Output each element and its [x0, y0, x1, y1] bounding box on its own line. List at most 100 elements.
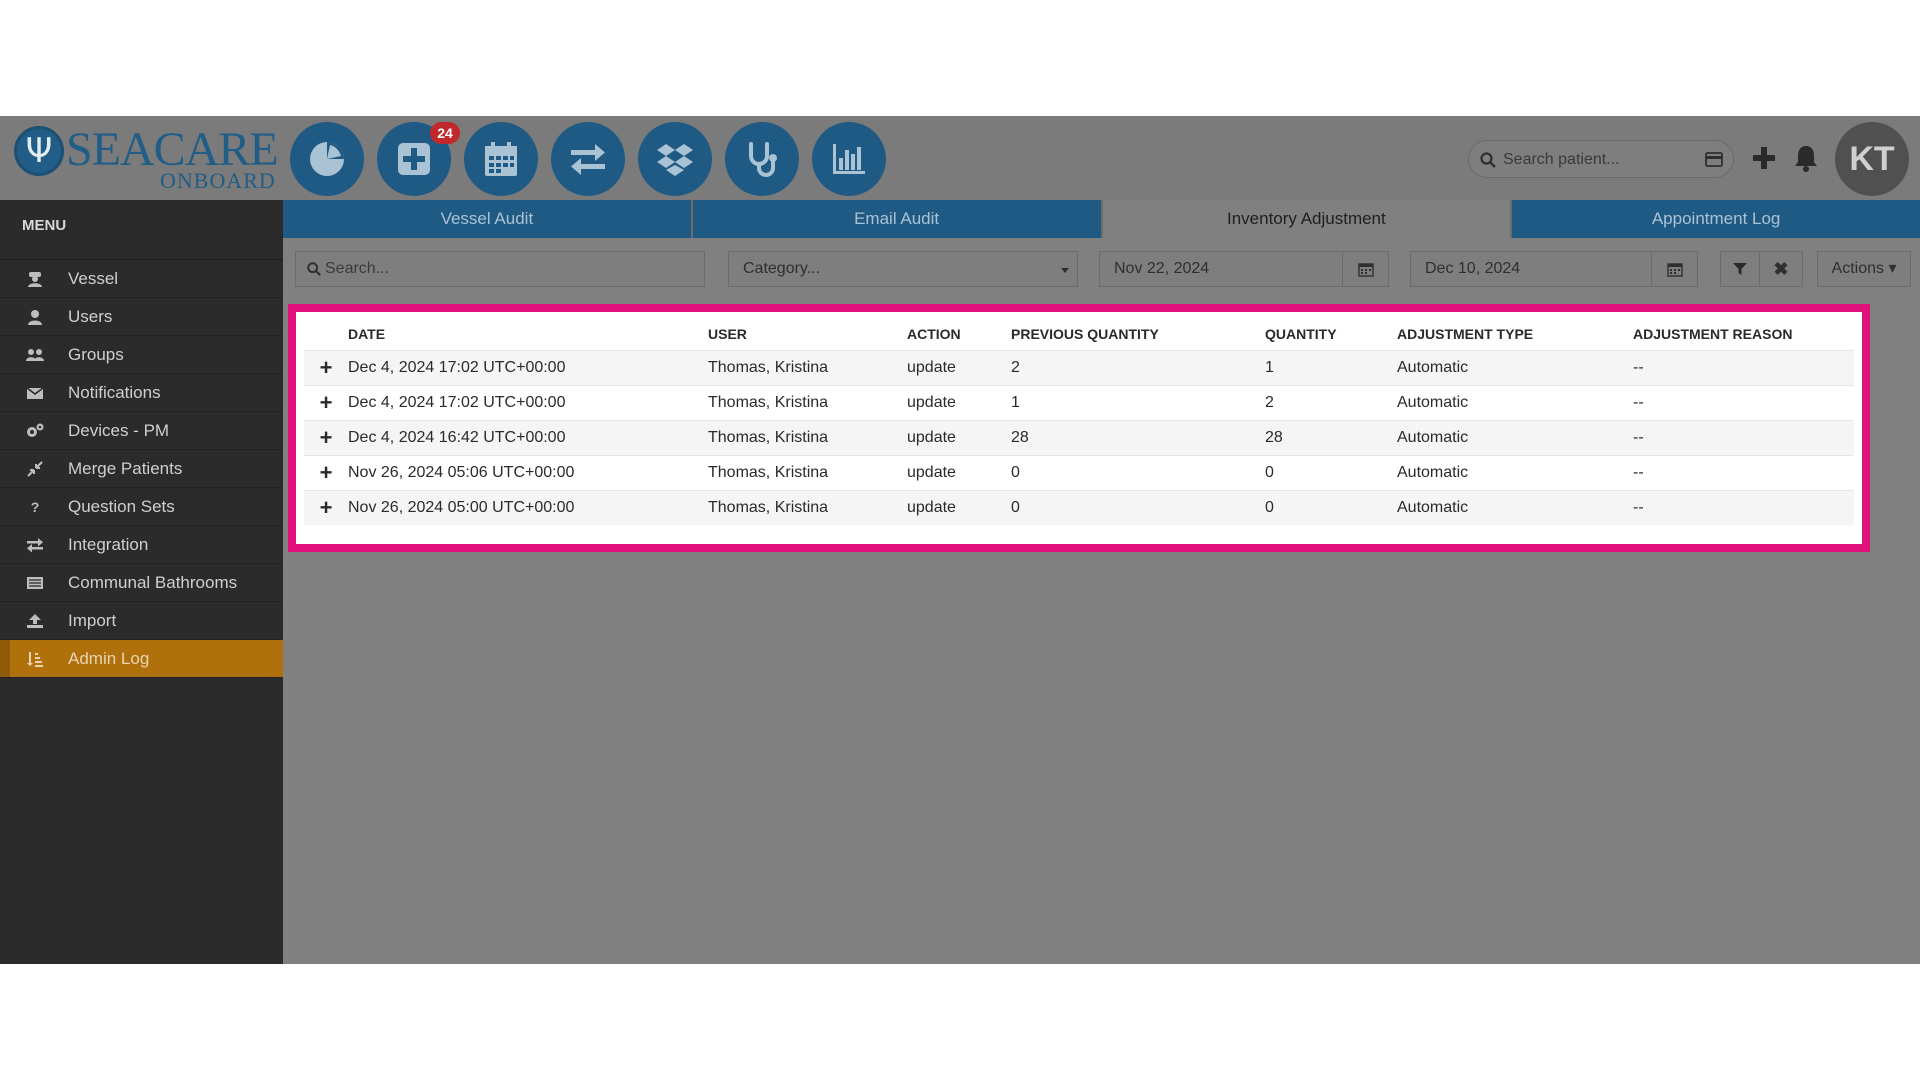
exchange-icon — [571, 144, 605, 175]
table-search[interactable] — [295, 251, 705, 287]
tab-email-audit[interactable]: Email Audit — [692, 200, 1103, 238]
sidebar-item-label: Notifications — [68, 382, 161, 402]
sidebar-item-vessel[interactable]: Vessel — [0, 260, 283, 298]
dashboard-button[interactable] — [290, 122, 364, 196]
cell-user: Thomas, Kristina — [708, 454, 907, 490]
plus-icon[interactable] — [1748, 142, 1780, 174]
notification-badge: 24 — [430, 122, 460, 144]
tab-appointment-log[interactable]: Appointment Log — [1512, 200, 1920, 238]
bell-icon[interactable] — [1790, 142, 1822, 174]
compress-icon — [24, 460, 46, 478]
cell-adjustment-reason: -- — [1633, 454, 1854, 490]
cell-date: Dec 4, 2024 17:02 UTC+00:00 — [348, 349, 708, 385]
cell-previous-quantity: 0 — [1011, 454, 1265, 490]
cell-adjustment-reason: -- — [1633, 384, 1854, 420]
sidebar-item-label: Users — [68, 306, 113, 326]
patient-search-input[interactable] — [1503, 147, 1693, 173]
tab-inventory-adjustment[interactable]: Inventory Adjustment — [1102, 200, 1513, 238]
menu-title: MENU — [0, 200, 283, 260]
patient-search[interactable] — [1468, 140, 1734, 178]
cell-previous-quantity: 2 — [1011, 349, 1265, 385]
cell-quantity: 0 — [1265, 489, 1397, 525]
sidebar-item-users[interactable]: Users — [0, 298, 283, 336]
cell-date: Nov 26, 2024 05:00 UTC+00:00 — [348, 489, 708, 525]
seacare-logo[interactable]: Ψ SEACARE ONBOARD — [14, 123, 279, 194]
upload-icon — [24, 612, 46, 630]
sidebar-item-communal-bathrooms[interactable]: Communal Bathrooms — [0, 564, 283, 602]
expand-row-plus-icon[interactable]: + — [304, 384, 348, 420]
column-header-adjustment-reason[interactable]: ADJUSTMENT REASON — [1633, 318, 1854, 350]
sidebar: MENU Vessel Users Groups Notifications D… — [0, 200, 283, 964]
column-header-date[interactable]: DATE — [348, 318, 708, 350]
cell-adjustment-reason: -- — [1633, 489, 1854, 525]
caret-down-icon — [1061, 268, 1069, 273]
sidebar-item-notifications[interactable]: Notifications — [0, 374, 283, 412]
column-header-adjustment-type[interactable]: ADJUSTMENT TYPE — [1397, 318, 1633, 350]
top-header: Ψ SEACARE ONBOARD 24 Search patient... K… — [0, 116, 1920, 200]
filter-button[interactable] — [1720, 251, 1760, 287]
date-from-field[interactable]: Nov 22, 2024 — [1099, 251, 1389, 287]
id-card-icon[interactable] — [1705, 152, 1723, 167]
transfer-button[interactable] — [551, 122, 625, 196]
medical-button[interactable] — [725, 122, 799, 196]
column-header-action[interactable]: ACTION — [907, 318, 1011, 350]
caret-down-icon: ▾ — [1888, 260, 1897, 277]
expand-row-plus-icon[interactable]: + — [304, 419, 348, 455]
expand-row-plus-icon[interactable]: + — [304, 454, 348, 490]
category-select[interactable]: Category... — [728, 251, 1078, 287]
clear-filter-button[interactable]: ✖ — [1759, 251, 1803, 287]
user-icon — [24, 308, 46, 326]
calendar-icon — [1357, 263, 1374, 277]
sidebar-item-groups[interactable]: Groups — [0, 336, 283, 374]
sidebar-item-label: Integration — [68, 534, 149, 554]
category-placeholder: Category... — [743, 260, 821, 277]
sidebar-item-import[interactable]: Import — [0, 602, 283, 640]
column-header-quantity[interactable]: QUANTITY — [1265, 318, 1397, 350]
actions-dropdown[interactable]: Actions ▾ — [1817, 251, 1911, 287]
user-avatar[interactable]: KT — [1835, 122, 1909, 196]
table-row[interactable]: + Dec 4, 2024 17:02 UTC+00:00 Thomas, Kr… — [304, 384, 1854, 420]
sidebar-item-admin-log[interactable]: Admin Log — [0, 640, 283, 678]
table-search-input[interactable] — [325, 256, 695, 282]
log-tabs: Vessel Audit Email Audit Inventory Adjus… — [283, 200, 1920, 238]
table-row[interactable]: + Nov 26, 2024 05:00 UTC+00:00 Thomas, K… — [304, 489, 1854, 525]
sidebar-item-label: Admin Log — [68, 648, 150, 668]
cell-user: Thomas, Kristina — [708, 489, 907, 525]
cell-quantity: 2 — [1265, 384, 1397, 420]
tab-vessel-audit[interactable]: Vessel Audit — [283, 200, 693, 238]
table-row[interactable]: + Dec 4, 2024 17:02 UTC+00:00 Thomas, Kr… — [304, 349, 1854, 385]
date-to-field[interactable]: Dec 10, 2024 — [1410, 251, 1698, 287]
table-row[interactable]: + Nov 26, 2024 05:06 UTC+00:00 Thomas, K… — [304, 454, 1854, 490]
users-icon — [24, 346, 46, 364]
cell-quantity: 28 — [1265, 419, 1397, 455]
table-row[interactable]: + Dec 4, 2024 16:42 UTC+00:00 Thomas, Kr… — [304, 419, 1854, 455]
brand-name: SEACARE — [66, 123, 279, 176]
reports-button[interactable] — [812, 122, 886, 196]
inventory-button[interactable] — [638, 122, 712, 196]
cell-quantity: 0 — [1265, 454, 1397, 490]
captain-icon — [24, 270, 46, 288]
expand-row-plus-icon[interactable]: + — [304, 349, 348, 385]
sidebar-item-merge-patients[interactable]: Merge Patients — [0, 450, 283, 488]
calendar-button[interactable] — [464, 122, 538, 196]
cell-adjustment-reason: -- — [1633, 349, 1854, 385]
date-from-value: Nov 22, 2024 — [1114, 260, 1210, 277]
search-icon — [1480, 152, 1496, 168]
brand-sub: ONBOARD — [160, 168, 276, 193]
sidebar-item-label: Devices - PM — [68, 420, 170, 440]
cell-previous-quantity: 0 — [1011, 489, 1265, 525]
exchange-icon — [24, 536, 46, 554]
date-to-value: Dec 10, 2024 — [1425, 260, 1521, 277]
sidebar-item-devices[interactable]: Devices - PM — [0, 412, 283, 450]
inventory-adjustment-table: DATE USER ACTION PREVIOUS QUANTITY QUANT… — [304, 318, 1854, 525]
cell-user: Thomas, Kristina — [708, 419, 907, 455]
date-to-calendar-button[interactable] — [1651, 252, 1697, 286]
cell-date: Nov 26, 2024 05:06 UTC+00:00 — [348, 454, 708, 490]
column-header-user[interactable]: USER — [708, 318, 907, 350]
date-from-calendar-button[interactable] — [1342, 252, 1388, 286]
sidebar-item-question-sets[interactable]: ? Question Sets — [0, 488, 283, 526]
sidebar-item-integration[interactable]: Integration — [0, 526, 283, 564]
column-header-previous-quantity[interactable]: PREVIOUS QUANTITY — [1011, 318, 1265, 350]
expand-header — [304, 318, 348, 350]
expand-row-plus-icon[interactable]: + — [304, 489, 348, 525]
